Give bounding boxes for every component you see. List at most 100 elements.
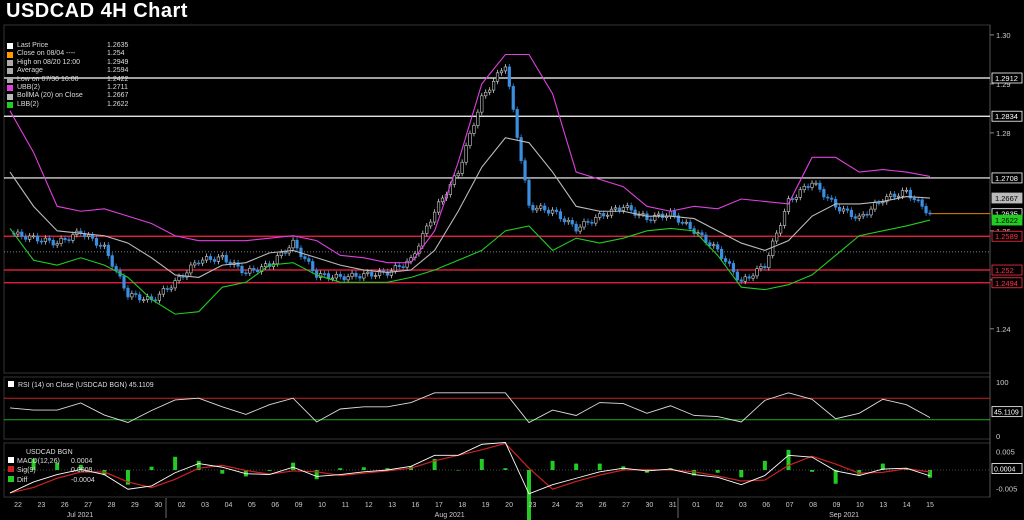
legend-value: 1.2422 [107, 75, 129, 83]
candle-body [672, 210, 677, 217]
candle-body [550, 209, 555, 214]
month-label: Jul 2021 [67, 512, 94, 519]
macd-signal-line [9, 442, 931, 494]
candle-body [877, 202, 881, 204]
candle-body [543, 205, 547, 211]
date-tick-label: 12 [365, 502, 373, 509]
candle-body [806, 186, 810, 188]
candle-body [322, 273, 327, 275]
candle-body [366, 271, 370, 274]
macd-diff-bar [503, 468, 508, 470]
candle-body [157, 293, 162, 301]
candle-body [472, 125, 476, 134]
candle-body [279, 252, 283, 256]
price-tag-label: 1.2589 [995, 232, 1018, 241]
candle-body [708, 242, 712, 247]
legend-label: Average [17, 67, 43, 75]
candle-body [857, 215, 861, 219]
candle-body [845, 208, 850, 211]
candle-body [370, 271, 374, 277]
legend-item: Average 1.2594 [7, 67, 128, 75]
legend-item: Low on 07/30 16:00 1.2422 [7, 76, 128, 84]
legend-item: UBB(2) 1.2711 [7, 84, 128, 92]
candle-body [24, 236, 28, 240]
candle-body [283, 252, 287, 254]
candle-body [354, 272, 358, 277]
macd-diff-bar [597, 463, 602, 470]
candle-body [63, 237, 67, 240]
candle-body [731, 263, 736, 273]
price-tag-label: 1.252 [995, 266, 1014, 275]
candle-body [421, 233, 425, 247]
candle-body [826, 196, 830, 199]
candle-body [649, 219, 653, 221]
candle-body [629, 205, 633, 211]
macd-diff-bar [456, 470, 461, 471]
candle-body [775, 232, 779, 242]
candle-body [31, 235, 36, 238]
candle-body [311, 261, 315, 272]
macd-diff-bar [762, 460, 767, 470]
candle-body [181, 276, 185, 278]
candle-body [759, 266, 763, 269]
candle-body [641, 213, 645, 216]
candle-body [204, 256, 209, 261]
candle-body [802, 186, 806, 191]
candle-body [562, 218, 566, 223]
candle-body [771, 240, 775, 256]
date-tick-label: 22 [14, 502, 22, 509]
candle-body [177, 276, 181, 281]
macd-legend-swatch [8, 466, 14, 473]
candle-body [743, 276, 747, 282]
candle-body [114, 266, 118, 271]
date-tick-label: 15 [926, 502, 934, 509]
date-tick-label: 11 [342, 502, 349, 509]
date-tick-label: 05 [248, 502, 256, 509]
candle-body [598, 213, 602, 218]
macd-diff-bar [361, 467, 366, 470]
legend-label: Close on 08/04 ---- [17, 50, 76, 58]
legend-value: 1.254 [107, 50, 125, 58]
legend-value: 1.2711 [107, 84, 128, 92]
candle-body [51, 239, 55, 246]
candle-body [425, 225, 429, 234]
legend-value: 1.2635 [107, 42, 129, 49]
candle-body [684, 221, 688, 224]
candle-body [126, 287, 130, 298]
candle-body [531, 205, 535, 211]
candle-body [535, 207, 539, 211]
macd-tick-label: 0.005 [996, 448, 1015, 457]
macd-legend-label: Sig(9) [17, 467, 36, 475]
date-tick-label: 29 [131, 502, 139, 509]
legend-item: Last Price 1.2635 [7, 42, 128, 50]
candle-body [566, 220, 570, 223]
candle-body [476, 111, 480, 126]
candle-body [201, 259, 205, 264]
macd-legend-item: Sig(9) 0.0008 [8, 466, 95, 475]
candle-body [747, 276, 751, 279]
macd-legend-value: 0.0004 [71, 458, 93, 466]
candle-body [798, 189, 802, 198]
date-tick-label: 01 [692, 502, 700, 509]
candle-body [87, 234, 91, 237]
candle-body [495, 72, 500, 82]
date-tick-label: 28 [108, 502, 116, 509]
candle-body [558, 211, 563, 220]
candle-body [43, 237, 47, 242]
candle-body [55, 243, 59, 246]
candle-body [59, 237, 63, 244]
date-tick-label: 08 [809, 502, 817, 509]
candle-body [256, 269, 260, 273]
legend-label: UBB(2) [17, 84, 40, 92]
legend-label: LBB(2) [17, 100, 39, 108]
legend-value: 1.2949 [107, 58, 129, 66]
legend-value: 1.2594 [107, 67, 129, 75]
candle-body [20, 231, 24, 237]
legend-swatch [7, 68, 13, 75]
date-tick-label: 26 [61, 502, 69, 509]
candle-body [523, 160, 527, 181]
date-tick-label: 02 [178, 502, 186, 509]
macd-diff-bar [833, 470, 838, 484]
candle-body [138, 294, 142, 301]
candle-body [433, 211, 437, 223]
